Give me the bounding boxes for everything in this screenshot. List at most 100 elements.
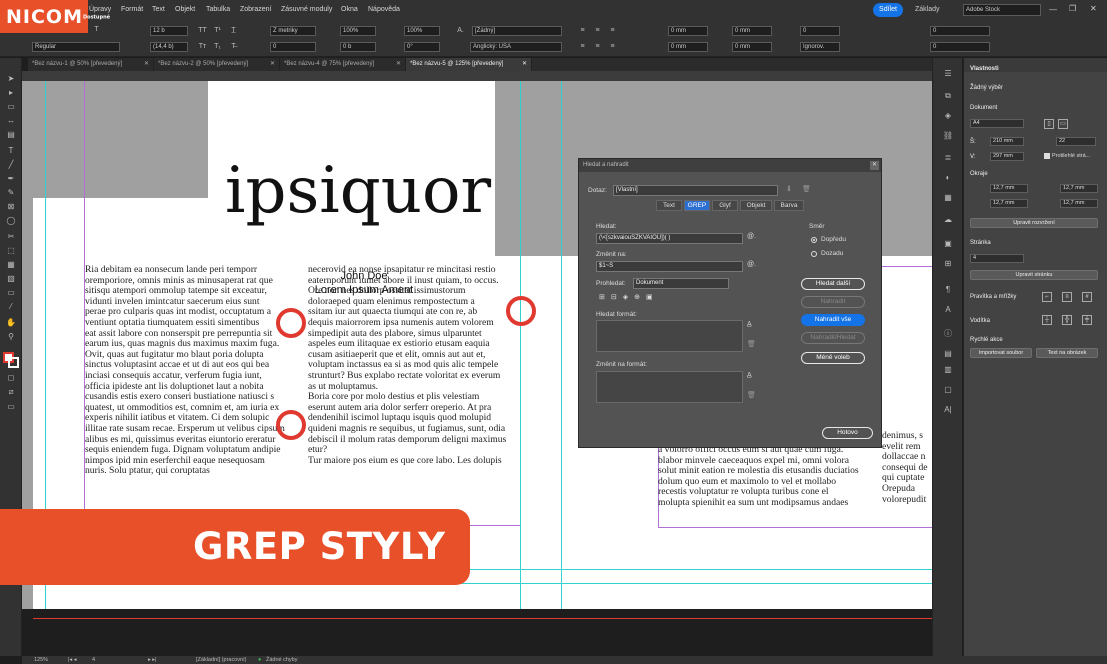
- pages-field[interactable]: 22: [1056, 137, 1096, 146]
- tab-close-icon[interactable]: ✕: [144, 58, 149, 71]
- object-styles-icon[interactable]: ▢: [941, 384, 955, 395]
- tab-close-icon[interactable]: ✕: [522, 58, 527, 71]
- scissors-tool-icon[interactable]: ✂: [4, 232, 18, 242]
- indent-right-field[interactable]: 0 mm: [732, 26, 772, 36]
- menu-item[interactable]: Zobrazení: [240, 6, 272, 13]
- smallcaps-icon[interactable]: Tт: [198, 42, 207, 51]
- pages-icon[interactable]: ⧉: [941, 90, 955, 101]
- backward-radio[interactable]: [811, 251, 817, 257]
- font-size-field[interactable]: 12 b: [150, 26, 188, 36]
- format-container-icon[interactable]: ◻: [4, 373, 18, 383]
- maximize-icon[interactable]: ❐: [1069, 4, 1076, 13]
- swatches-icon[interactable]: ▦: [941, 192, 955, 203]
- glyphs-icon[interactable]: A|: [941, 404, 955, 415]
- facing-checkbox[interactable]: [1044, 153, 1050, 159]
- preflight-profile[interactable]: [Základní] (pracovní): [196, 656, 246, 664]
- stroke-icon[interactable]: ≣: [941, 152, 955, 163]
- page-tool-icon[interactable]: ▭: [4, 102, 18, 112]
- subscript-icon[interactable]: T₁: [213, 42, 222, 51]
- lock-guides-icon[interactable]: ╪: [1082, 315, 1092, 325]
- replace-find-button[interactable]: Nahradit/Hledat: [801, 332, 865, 344]
- hyphenation-field[interactable]: Ignorov.: [800, 42, 840, 52]
- search-scope-select[interactable]: Dokument: [633, 278, 729, 289]
- share-button[interactable]: Sdílet: [873, 3, 903, 17]
- forward-radio[interactable]: [811, 237, 817, 243]
- minimize-icon[interactable]: —: [1049, 5, 1057, 14]
- page-size-select[interactable]: A4: [970, 119, 1024, 128]
- indent-left-field[interactable]: 0 mm: [668, 26, 708, 36]
- page-select[interactable]: 4: [970, 254, 1024, 263]
- margin-top-field[interactable]: 12,7 mm: [990, 184, 1028, 193]
- stroke-swatch[interactable]: [8, 357, 19, 368]
- text-to-image-button[interactable]: Text na obrázek: [1036, 348, 1098, 358]
- caps-icon[interactable]: TT: [198, 26, 207, 35]
- gradient-feather-icon[interactable]: ▧: [4, 274, 18, 284]
- char-style-field[interactable]: [Žádný]: [472, 26, 562, 36]
- gutter-field[interactable]: 0: [930, 42, 990, 52]
- tab-doc-1[interactable]: *Bez názvu-1 @ 50% [převedený] ✕: [28, 58, 154, 71]
- vscale-field[interactable]: 100%: [404, 26, 440, 36]
- special-chars-find-icon[interactable]: @.: [747, 233, 756, 240]
- language-field[interactable]: Anglický: USA: [470, 42, 562, 52]
- smart-guides-icon[interactable]: ╬: [1062, 315, 1072, 325]
- save-query-icon[interactable]: ⇩: [786, 185, 792, 193]
- columns-field[interactable]: 0: [930, 26, 990, 36]
- tab-object[interactable]: Objekt: [740, 200, 772, 211]
- info-icon[interactable]: ⓘ: [941, 328, 955, 339]
- direct-selection-tool-icon[interactable]: ▸: [4, 88, 18, 98]
- special-chars-change-icon[interactable]: @.: [747, 261, 756, 268]
- search-options-icons[interactable]: ⊞⊟◈⊕▣: [599, 293, 659, 301]
- color-icon[interactable]: ◐: [941, 172, 955, 183]
- tab-doc-2[interactable]: *Bez názvu-2 @ 50% [převedený] ✕: [154, 58, 280, 71]
- pen-tool-icon[interactable]: ✒: [4, 174, 18, 184]
- skew-field[interactable]: 0°: [404, 42, 440, 52]
- format-settings-icon[interactable]: A̲: [747, 321, 752, 328]
- clear-format-icon[interactable]: 🗑: [747, 340, 756, 348]
- rulers-icon[interactable]: ⌐: [1042, 292, 1052, 302]
- menu-item[interactable]: Objekt: [175, 6, 195, 13]
- apply-none-icon[interactable]: ⧄: [4, 387, 18, 397]
- margin-bottom-field[interactable]: 12,7 mm: [990, 199, 1028, 208]
- adjust-layout-button[interactable]: Upravit rozvržení: [970, 218, 1098, 228]
- align-left-icon[interactable]: ≡: [578, 26, 587, 35]
- find-format-box[interactable]: [596, 320, 743, 352]
- text-wrap-icon[interactable]: ▣: [941, 238, 955, 249]
- ellipse-tool-icon[interactable]: ◯: [4, 216, 18, 226]
- underline-icon[interactable]: T̲: [229, 26, 238, 35]
- type-tool-icon[interactable]: T: [4, 146, 18, 156]
- workspace-switcher[interactable]: Základy: [915, 6, 940, 13]
- strikethrough-icon[interactable]: T̶: [229, 42, 238, 51]
- guides-icon[interactable]: ┼: [1042, 315, 1052, 325]
- paragraph-styles-icon[interactable]: ¶: [941, 284, 955, 295]
- tab-glyph[interactable]: Glyf: [712, 200, 738, 211]
- delete-query-icon[interactable]: 🗑: [802, 185, 811, 193]
- hscale-field[interactable]: 100%: [340, 26, 376, 36]
- space-before-field[interactable]: 0 mm: [668, 42, 708, 52]
- character-styles-icon[interactable]: A: [941, 304, 955, 315]
- kerning-field[interactable]: 0: [270, 42, 316, 52]
- drop-cap-field[interactable]: 0: [800, 26, 840, 36]
- fewer-options-button[interactable]: Méně voleb: [801, 352, 865, 364]
- width-field[interactable]: 210 mm: [990, 137, 1024, 146]
- change-field[interactable]: $1~S: [596, 261, 743, 272]
- page-field[interactable]: 4: [92, 656, 95, 664]
- adobe-stock-search[interactable]: Adobe Stock: [963, 4, 1041, 16]
- eyedropper-tool-icon[interactable]: ⁄: [4, 302, 18, 312]
- align-right-icon[interactable]: ≡: [608, 26, 617, 35]
- justify-spine-icon[interactable]: ≡: [608, 42, 617, 51]
- find-next-button[interactable]: Hledat další: [801, 278, 865, 290]
- menu-item[interactable]: Tabulka: [206, 6, 230, 13]
- superscript-icon[interactable]: T¹: [213, 26, 222, 35]
- menu-item[interactable]: Nápověda: [368, 6, 400, 13]
- next-page-icon[interactable]: ▸ ▸|: [148, 656, 156, 664]
- margin-right-field[interactable]: 12,7 mm: [1060, 199, 1098, 208]
- tab-close-icon[interactable]: ✕: [270, 58, 275, 71]
- line-tool-icon[interactable]: ╱: [4, 160, 18, 170]
- align-icon[interactable]: ⊞: [941, 258, 955, 269]
- edit-page-button[interactable]: Upravit stránku: [970, 270, 1098, 280]
- align-center-icon[interactable]: ≡: [593, 26, 602, 35]
- table-icon[interactable]: ▤: [941, 348, 955, 359]
- properties-icon[interactable]: ☰: [941, 68, 955, 79]
- import-file-button[interactable]: Importovat soubor: [970, 348, 1032, 358]
- justify-icon[interactable]: ≡: [578, 42, 587, 51]
